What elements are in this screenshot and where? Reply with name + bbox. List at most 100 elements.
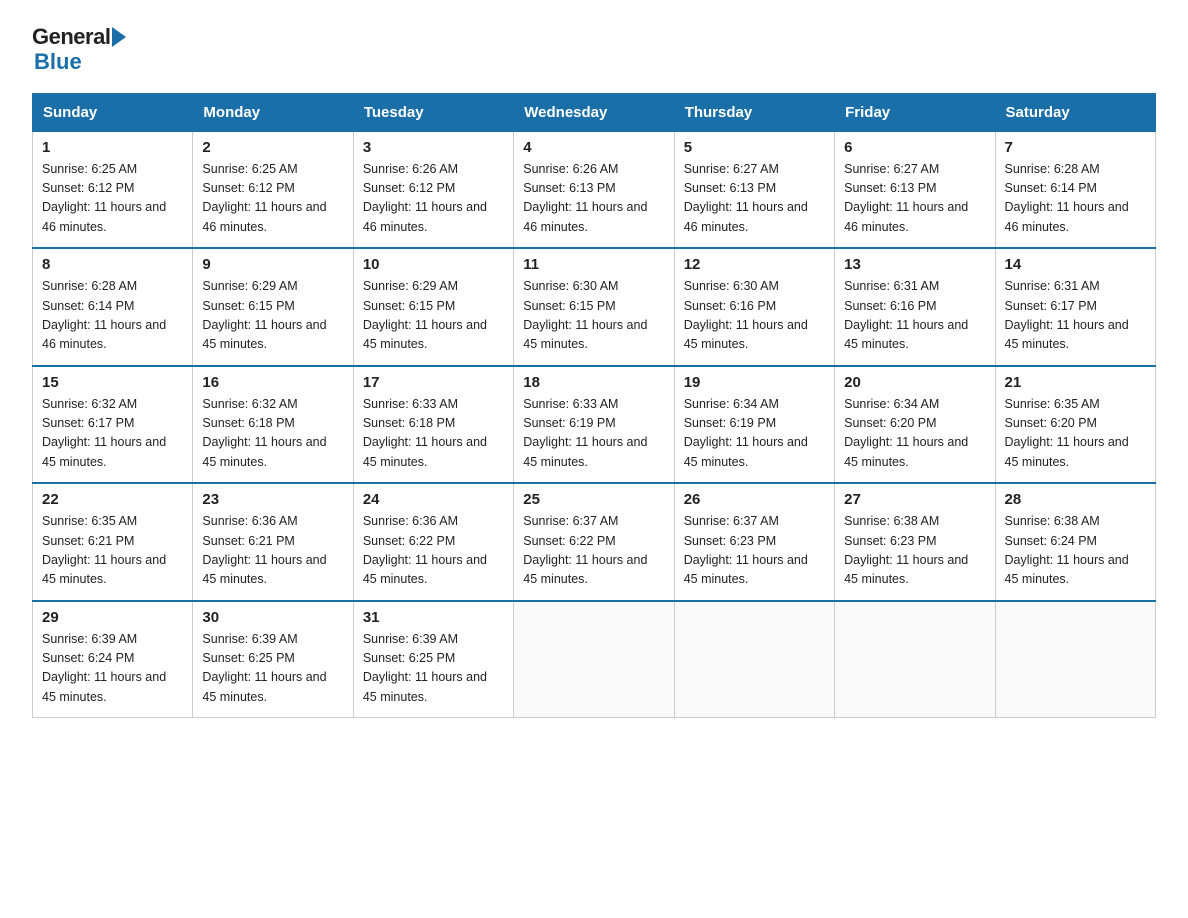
col-header-thursday: Thursday	[674, 93, 834, 131]
day-detail: Sunrise: 6:38 AMSunset: 6:23 PMDaylight:…	[844, 512, 985, 590]
day-detail: Sunrise: 6:37 AMSunset: 6:22 PMDaylight:…	[523, 512, 664, 590]
calendar-day-cell: 9 Sunrise: 6:29 AMSunset: 6:15 PMDaylight…	[193, 248, 353, 366]
day-number: 4	[523, 139, 664, 156]
day-number: 11	[523, 256, 664, 273]
calendar-day-cell: 13 Sunrise: 6:31 AMSunset: 6:16 PMDayligh…	[835, 248, 995, 366]
calendar-week-row: 22 Sunrise: 6:35 AMSunset: 6:21 PMDayligh…	[33, 483, 1156, 601]
day-detail: Sunrise: 6:36 AMSunset: 6:22 PMDaylight:…	[363, 512, 504, 590]
calendar-day-cell	[835, 601, 995, 718]
day-number: 21	[1005, 374, 1146, 391]
logo: General Blue	[32, 24, 126, 75]
day-detail: Sunrise: 6:32 AMSunset: 6:17 PMDaylight:…	[42, 395, 183, 473]
calendar-day-cell	[674, 601, 834, 718]
day-number: 19	[684, 374, 825, 391]
calendar-day-cell: 11 Sunrise: 6:30 AMSunset: 6:15 PMDayligh…	[514, 248, 674, 366]
day-number: 20	[844, 374, 985, 391]
day-number: 16	[202, 374, 343, 391]
day-detail: Sunrise: 6:38 AMSunset: 6:24 PMDaylight:…	[1005, 512, 1146, 590]
day-detail: Sunrise: 6:39 AMSunset: 6:24 PMDaylight:…	[42, 630, 183, 708]
day-detail: Sunrise: 6:39 AMSunset: 6:25 PMDaylight:…	[202, 630, 343, 708]
col-header-wednesday: Wednesday	[514, 93, 674, 131]
logo-blue: Blue	[34, 49, 82, 74]
day-number: 26	[684, 491, 825, 508]
calendar-week-row: 15 Sunrise: 6:32 AMSunset: 6:17 PMDayligh…	[33, 366, 1156, 484]
day-number: 2	[202, 139, 343, 156]
calendar-day-cell: 22 Sunrise: 6:35 AMSunset: 6:21 PMDayligh…	[33, 483, 193, 601]
calendar-day-cell: 20 Sunrise: 6:34 AMSunset: 6:20 PMDayligh…	[835, 366, 995, 484]
calendar-day-cell: 14Sunrise: 6:31 AMSunset: 6:17 PMDayligh…	[995, 248, 1155, 366]
day-detail: Sunrise: 6:25 AMSunset: 6:12 PMDaylight:…	[42, 160, 183, 238]
day-detail: Sunrise: 6:25 AMSunset: 6:12 PMDaylight:…	[202, 160, 343, 238]
day-number: 18	[523, 374, 664, 391]
day-detail: Sunrise: 6:31 AMSunset: 6:17 PMDaylight:…	[1005, 277, 1146, 355]
day-number: 30	[202, 609, 343, 626]
day-detail: Sunrise: 6:39 AMSunset: 6:25 PMDaylight:…	[363, 630, 504, 708]
day-detail: Sunrise: 6:30 AMSunset: 6:15 PMDaylight:…	[523, 277, 664, 355]
page-header: General Blue	[32, 24, 1156, 75]
day-number: 5	[684, 139, 825, 156]
day-detail: Sunrise: 6:34 AMSunset: 6:20 PMDaylight:…	[844, 395, 985, 473]
day-number: 28	[1005, 491, 1146, 508]
calendar-day-cell: 4 Sunrise: 6:26 AMSunset: 6:13 PMDaylight…	[514, 131, 674, 248]
logo-triangle-icon	[112, 27, 126, 47]
calendar-day-cell: 6Sunrise: 6:27 AMSunset: 6:13 PMDaylight…	[835, 131, 995, 248]
col-header-monday: Monday	[193, 93, 353, 131]
calendar-day-cell: 1 Sunrise: 6:25 AMSunset: 6:12 PMDaylight…	[33, 131, 193, 248]
day-detail: Sunrise: 6:29 AMSunset: 6:15 PMDaylight:…	[363, 277, 504, 355]
day-detail: Sunrise: 6:26 AMSunset: 6:12 PMDaylight:…	[363, 160, 504, 238]
day-number: 3	[363, 139, 504, 156]
day-number: 24	[363, 491, 504, 508]
calendar-day-cell: 27 Sunrise: 6:38 AMSunset: 6:23 PMDayligh…	[835, 483, 995, 601]
day-number: 25	[523, 491, 664, 508]
day-number: 31	[363, 609, 504, 626]
day-detail: Sunrise: 6:28 AMSunset: 6:14 PMDaylight:…	[1005, 160, 1146, 238]
day-detail: Sunrise: 6:27 AMSunset: 6:13 PMDaylight:…	[844, 160, 985, 238]
day-number: 13	[844, 256, 985, 273]
day-number: 12	[684, 256, 825, 273]
calendar-day-cell	[514, 601, 674, 718]
calendar-day-cell: 21 Sunrise: 6:35 AMSunset: 6:20 PMDayligh…	[995, 366, 1155, 484]
calendar-week-row: 8Sunrise: 6:28 AMSunset: 6:14 PMDaylight…	[33, 248, 1156, 366]
calendar-day-cell: 2 Sunrise: 6:25 AMSunset: 6:12 PMDaylight…	[193, 131, 353, 248]
calendar-day-cell: 24 Sunrise: 6:36 AMSunset: 6:22 PMDayligh…	[353, 483, 513, 601]
calendar-day-cell: 12Sunrise: 6:30 AMSunset: 6:16 PMDayligh…	[674, 248, 834, 366]
day-number: 27	[844, 491, 985, 508]
day-detail: Sunrise: 6:33 AMSunset: 6:19 PMDaylight:…	[523, 395, 664, 473]
day-number: 1	[42, 139, 183, 156]
calendar-day-cell: 15 Sunrise: 6:32 AMSunset: 6:17 PMDayligh…	[33, 366, 193, 484]
day-number: 23	[202, 491, 343, 508]
calendar-day-cell: 19Sunrise: 6:34 AMSunset: 6:19 PMDayligh…	[674, 366, 834, 484]
day-number: 9	[202, 256, 343, 273]
day-number: 10	[363, 256, 504, 273]
calendar-day-cell: 16 Sunrise: 6:32 AMSunset: 6:18 PMDayligh…	[193, 366, 353, 484]
calendar-day-cell: 30 Sunrise: 6:39 AMSunset: 6:25 PMDayligh…	[193, 601, 353, 718]
calendar-day-cell: 29Sunrise: 6:39 AMSunset: 6:24 PMDayligh…	[33, 601, 193, 718]
calendar-week-row: 29Sunrise: 6:39 AMSunset: 6:24 PMDayligh…	[33, 601, 1156, 718]
calendar-day-cell: 31 Sunrise: 6:39 AMSunset: 6:25 PMDayligh…	[353, 601, 513, 718]
calendar-day-cell: 18 Sunrise: 6:33 AMSunset: 6:19 PMDayligh…	[514, 366, 674, 484]
col-header-tuesday: Tuesday	[353, 93, 513, 131]
day-detail: Sunrise: 6:26 AMSunset: 6:13 PMDaylight:…	[523, 160, 664, 238]
day-detail: Sunrise: 6:35 AMSunset: 6:20 PMDaylight:…	[1005, 395, 1146, 473]
day-detail: Sunrise: 6:36 AMSunset: 6:21 PMDaylight:…	[202, 512, 343, 590]
calendar-day-cell: 10 Sunrise: 6:29 AMSunset: 6:15 PMDayligh…	[353, 248, 513, 366]
day-detail: Sunrise: 6:37 AMSunset: 6:23 PMDaylight:…	[684, 512, 825, 590]
calendar-day-cell: 28 Sunrise: 6:38 AMSunset: 6:24 PMDayligh…	[995, 483, 1155, 601]
day-number: 22	[42, 491, 183, 508]
calendar-table: SundayMondayTuesdayWednesdayThursdayFrid…	[32, 93, 1156, 719]
calendar-day-cell: 17Sunrise: 6:33 AMSunset: 6:18 PMDayligh…	[353, 366, 513, 484]
day-detail: Sunrise: 6:32 AMSunset: 6:18 PMDaylight:…	[202, 395, 343, 473]
calendar-header-row: SundayMondayTuesdayWednesdayThursdayFrid…	[33, 93, 1156, 131]
calendar-day-cell: 25 Sunrise: 6:37 AMSunset: 6:22 PMDayligh…	[514, 483, 674, 601]
day-detail: Sunrise: 6:33 AMSunset: 6:18 PMDaylight:…	[363, 395, 504, 473]
day-number: 15	[42, 374, 183, 391]
day-detail: Sunrise: 6:31 AMSunset: 6:16 PMDaylight:…	[844, 277, 985, 355]
calendar-day-cell: 7 Sunrise: 6:28 AMSunset: 6:14 PMDaylight…	[995, 131, 1155, 248]
calendar-day-cell: 5Sunrise: 6:27 AMSunset: 6:13 PMDaylight…	[674, 131, 834, 248]
day-detail: Sunrise: 6:35 AMSunset: 6:21 PMDaylight:…	[42, 512, 183, 590]
col-header-sunday: Sunday	[33, 93, 193, 131]
calendar-day-cell: 26 Sunrise: 6:37 AMSunset: 6:23 PMDayligh…	[674, 483, 834, 601]
logo-general: General	[32, 24, 110, 49]
day-detail: Sunrise: 6:29 AMSunset: 6:15 PMDaylight:…	[202, 277, 343, 355]
day-number: 7	[1005, 139, 1146, 156]
